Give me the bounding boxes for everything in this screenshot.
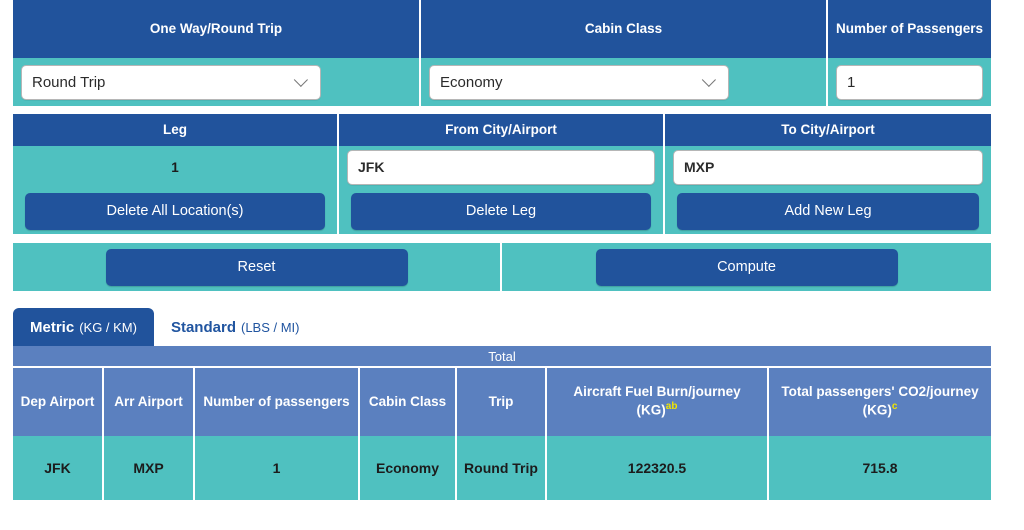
trip-type-value: Round Trip: [32, 73, 106, 91]
results-col-arr-airport: Arr Airport: [104, 368, 195, 436]
results-col-co2-label: Total passengers' CO2/journey (KG): [781, 384, 979, 418]
header-number-of-passengers: Number of Passengers: [828, 0, 991, 58]
actions-row: Reset Compute: [13, 243, 991, 291]
compute-button[interactable]: Compute: [595, 248, 898, 286]
cell-passengers: 1: [195, 436, 360, 500]
emissions-calculator-page: One Way/Round Trip Cabin Class Number of…: [0, 0, 1024, 530]
leg-number-cell: 1: [13, 146, 339, 188]
tab-standard-label: Standard: [170, 318, 236, 336]
results-col-trip: Trip: [457, 368, 547, 436]
legs-header-row: Leg From City/Airport To City/Airport: [13, 114, 991, 146]
delete-leg-cell: Delete Leg: [339, 188, 665, 234]
trip-options-input-row: Round Trip Economy 1: [13, 58, 991, 106]
results-col-dep-airport: Dep Airport: [13, 368, 104, 436]
results-col-co2: Total passengers' CO2/journey (KG)c: [769, 368, 991, 436]
passengers-value: 1: [847, 73, 856, 91]
add-new-leg-cell: Add New Leg: [665, 188, 991, 234]
units-tabs: Metric (KG / KM) Standard (LBS / MI): [13, 304, 991, 346]
results-col-cabin-class: Cabin Class: [360, 368, 457, 436]
tab-metric[interactable]: Metric (KG / KM): [13, 308, 154, 346]
results-col-number-of-passengers: Number of passengers: [195, 368, 360, 436]
tab-metric-units: (KG / KM): [79, 319, 137, 335]
cabin-class-cell: Economy: [421, 58, 828, 106]
results-data-row: JFK MXP 1 Economy Round Trip 122320.5 71…: [13, 436, 991, 500]
trip-type-select[interactable]: Round Trip: [21, 64, 321, 100]
header-number-of-passengers-label: Number of Passengers: [835, 20, 984, 36]
delete-all-locations-button[interactable]: Delete All Location(s): [25, 192, 325, 230]
tab-standard[interactable]: Standard (LBS / MI): [153, 308, 317, 346]
add-new-leg-button[interactable]: Add New Leg: [677, 192, 979, 230]
results-header-row: Dep Airport Arr Airport Number of passen…: [13, 368, 991, 436]
cell-co2: 715.8: [769, 436, 991, 500]
cell-arr-airport: MXP: [104, 436, 195, 500]
trip-options-section: One Way/Round Trip Cabin Class Number of…: [13, 0, 1011, 106]
header-to-city-airport: To City/Airport: [665, 114, 991, 146]
cell-fuel-burn: 122320.5: [547, 436, 769, 500]
cell-dep-airport: JFK: [13, 436, 104, 500]
header-cabin-class: Cabin Class: [421, 0, 828, 58]
tab-metric-label: Metric: [30, 318, 75, 336]
cell-cabin-class: Economy: [360, 436, 457, 500]
passengers-cell: 1: [828, 58, 991, 106]
trip-type-cell: Round Trip: [13, 58, 421, 106]
passengers-input[interactable]: 1: [836, 64, 983, 100]
leg-number: 1: [171, 159, 179, 175]
results-col-fuel-burn-note: ab: [665, 401, 678, 413]
results-table: Total Dep Airport Arr Airport Number of …: [13, 346, 991, 500]
leg-buttons-row: Delete All Location(s) Delete Leg Add Ne…: [13, 188, 991, 234]
from-airport-cell: JFK: [339, 146, 665, 188]
results-col-fuel-burn: Aircraft Fuel Burn/journey (KG)ab: [547, 368, 769, 436]
section-gap-3: [0, 291, 1024, 304]
compute-cell: Compute: [502, 243, 991, 291]
cabin-class-value: Economy: [440, 73, 503, 91]
cabin-class-select[interactable]: Economy: [429, 64, 729, 100]
chevron-down-icon: [293, 72, 308, 87]
section-gap-2: [0, 234, 1024, 243]
reset-button[interactable]: Reset: [105, 248, 408, 286]
leg-row: 1 JFK MXP: [13, 146, 991, 188]
to-airport-input[interactable]: MXP: [673, 149, 983, 185]
header-one-way-round-trip: One Way/Round Trip: [13, 0, 421, 58]
tab-standard-units: (LBS / MI): [240, 319, 300, 335]
results-group-header: Total: [13, 346, 991, 368]
legs-section: Leg From City/Airport To City/Airport 1 …: [13, 114, 1011, 234]
section-gap-1: [0, 106, 1024, 114]
cell-trip: Round Trip: [457, 436, 547, 500]
from-airport-value: JFK: [358, 159, 385, 175]
header-from-city-airport: From City/Airport: [339, 114, 665, 146]
reset-cell: Reset: [13, 243, 502, 291]
trip-options-header-row: One Way/Round Trip Cabin Class Number of…: [13, 0, 991, 58]
chevron-down-icon: [701, 72, 716, 87]
delete-all-locations-cell: Delete All Location(s): [13, 188, 339, 234]
to-airport-cell: MXP: [665, 146, 991, 188]
results-col-fuel-burn-label: Aircraft Fuel Burn/journey (KG): [573, 384, 741, 418]
to-airport-value: MXP: [684, 159, 715, 175]
results-col-co2-note: c: [891, 401, 898, 413]
actions-section: Reset Compute: [13, 243, 1011, 291]
from-airport-input[interactable]: JFK: [347, 149, 655, 185]
header-leg: Leg: [13, 114, 339, 146]
delete-leg-button[interactable]: Delete Leg: [351, 192, 651, 230]
